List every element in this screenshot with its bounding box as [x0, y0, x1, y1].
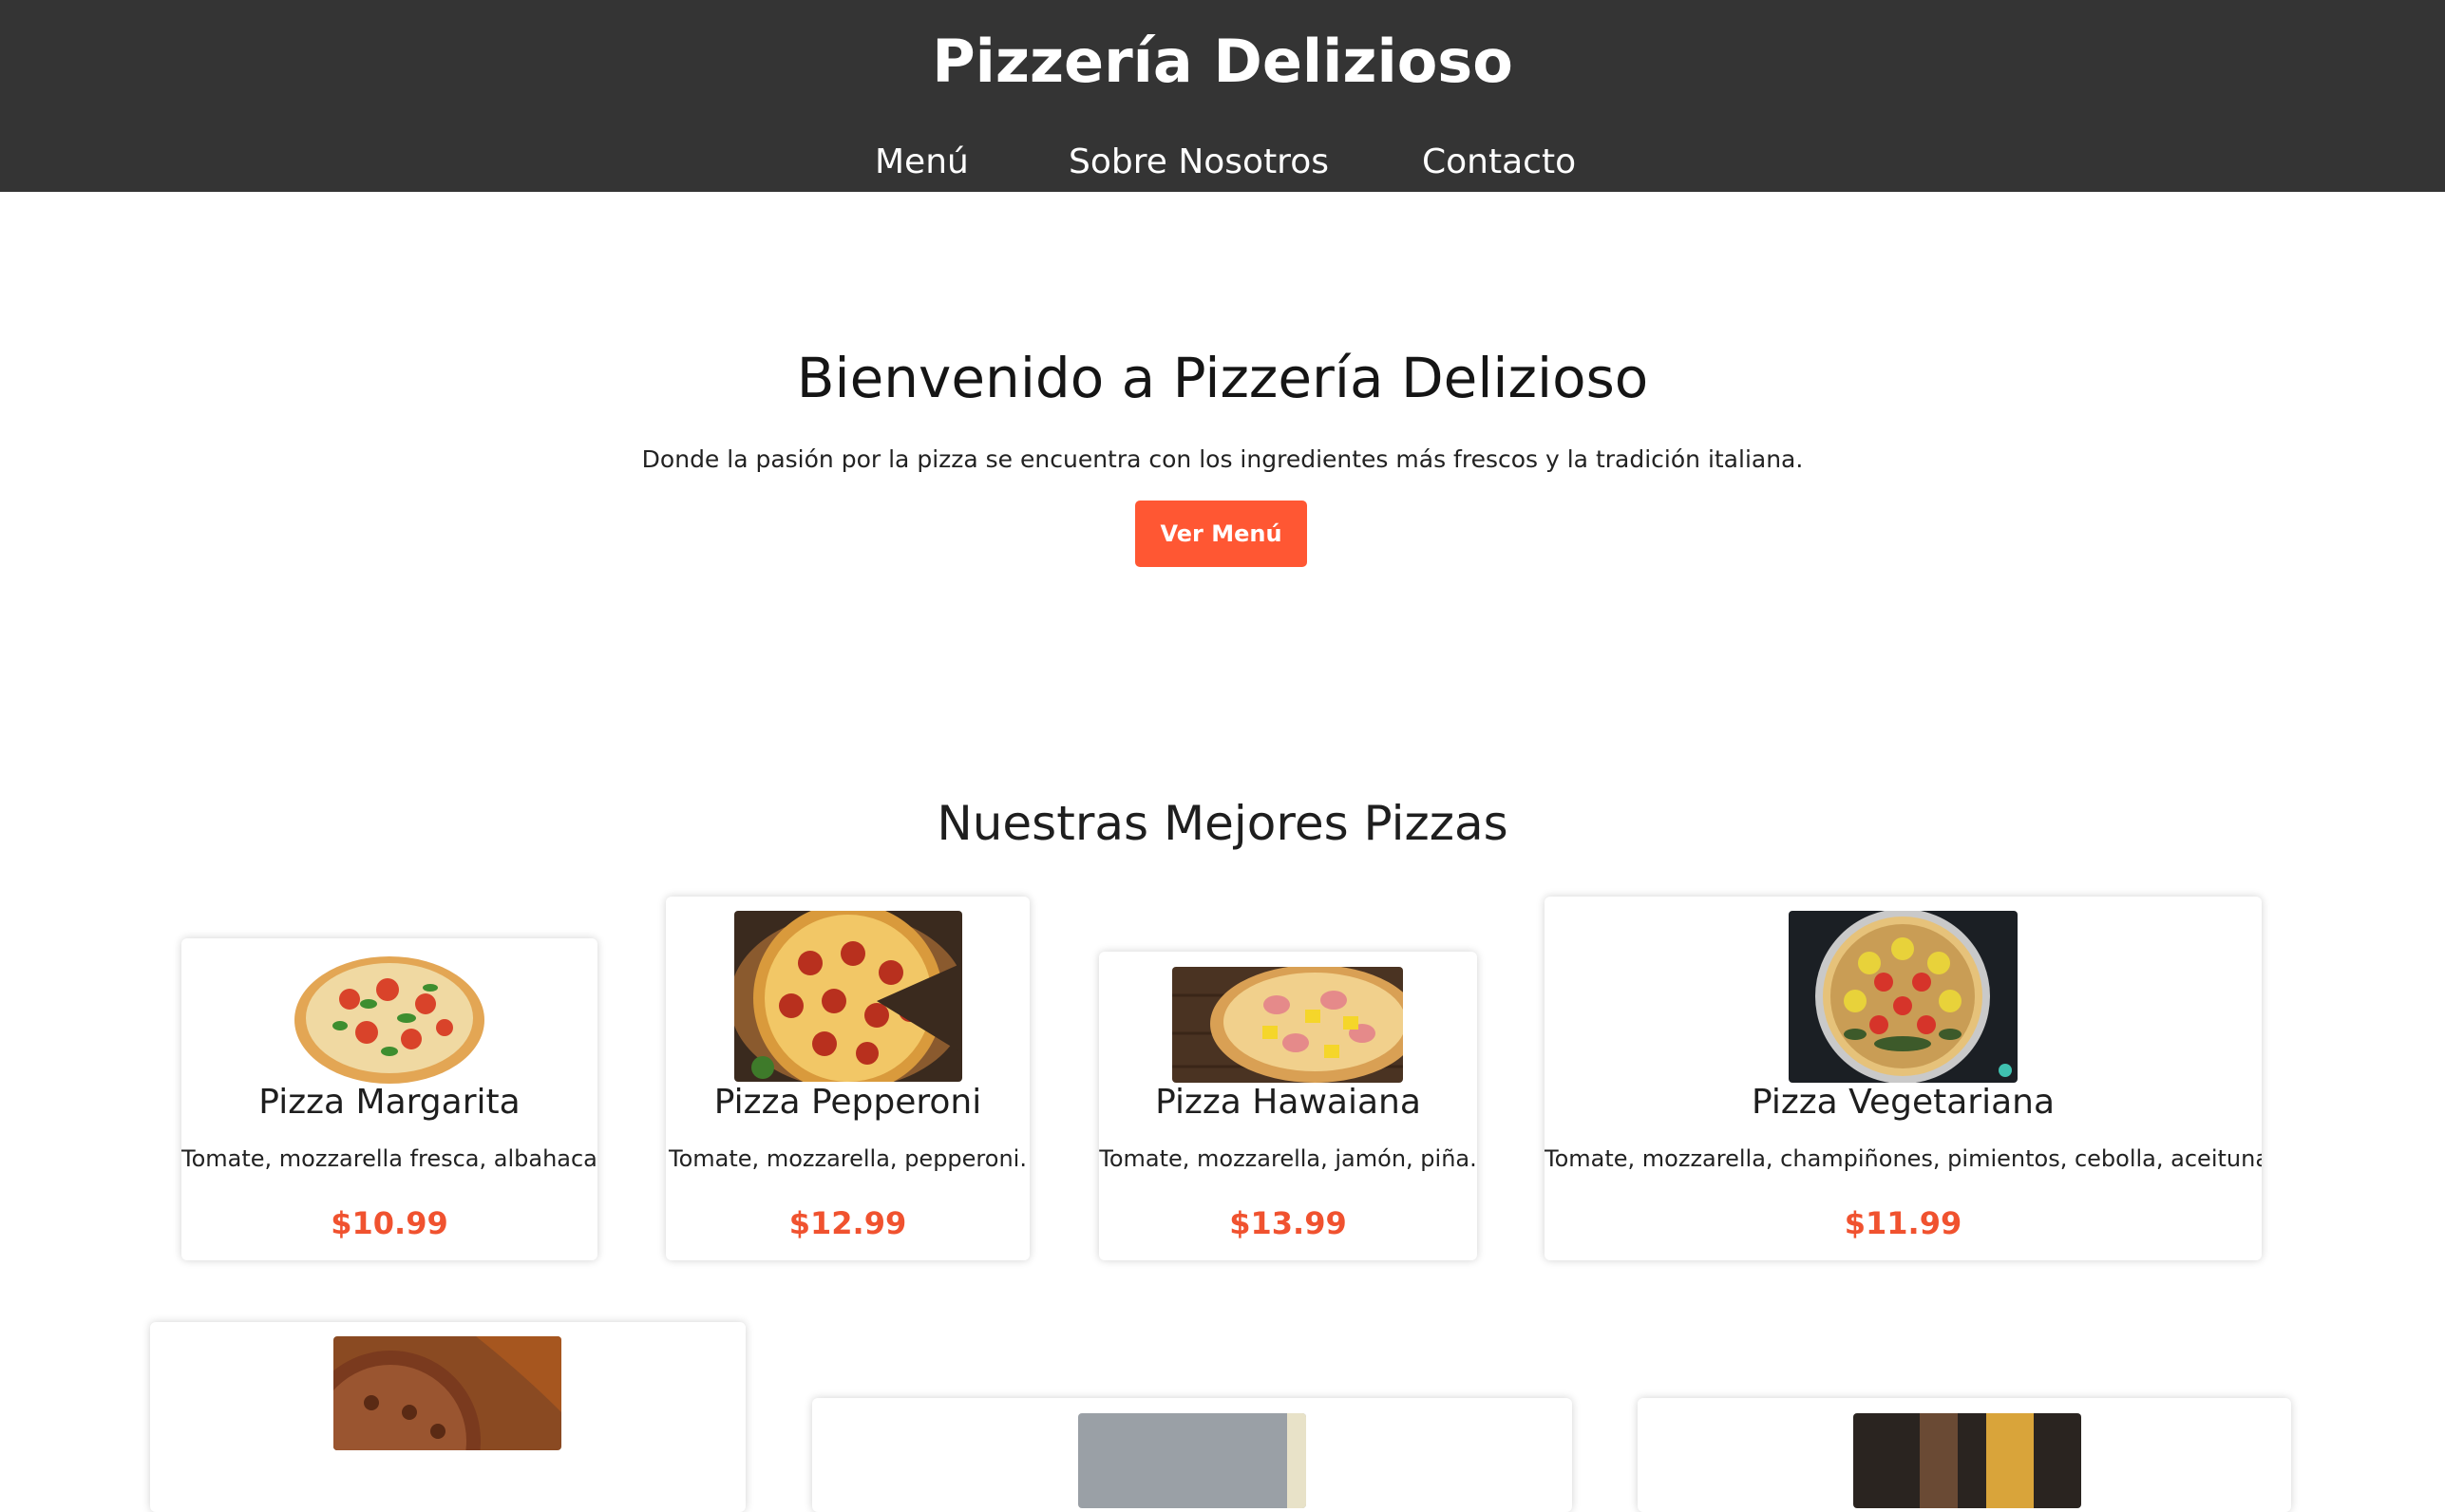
pizza-price: $11.99 [1844, 1205, 1962, 1241]
pizza-partial-image [1853, 1413, 2081, 1508]
pizza-card-hawaiana[interactable]: Pizza Hawaiana Tomate, mozzarella, jamón… [1099, 952, 1477, 1260]
pizza-pepperoni-image [734, 911, 962, 1082]
pizza-description: Tomate, mozzarella, jamón, piña. [1099, 1145, 1477, 1172]
view-menu-button[interactable]: Ver Menú [1135, 501, 1307, 567]
pizza-card-pepperoni[interactable]: Pizza Pepperoni Tomate, mozzarella, pepp… [666, 897, 1030, 1260]
pizza-price: $10.99 [331, 1205, 448, 1241]
pizza-card-partial[interactable] [150, 1322, 746, 1512]
pizza-description: Tomate, mozzarella, pepperoni. [669, 1145, 1027, 1172]
pizza-card-margarita[interactable]: Pizza Margarita Tomate, mozzarella fresc… [181, 938, 597, 1260]
nav-link-menu[interactable]: Menú [875, 142, 969, 181]
pizza-price: $12.99 [788, 1205, 907, 1241]
section-title: Nuestras Mejores Pizzas [937, 796, 1508, 851]
nav-link-about[interactable]: Sobre Nosotros [1069, 142, 1329, 181]
pizza-partial-image [333, 1336, 561, 1450]
pizza-partial-image [1078, 1413, 1306, 1508]
pizza-name: Pizza Hawaiana [1155, 1083, 1421, 1122]
pizza-card-partial[interactable] [1638, 1398, 2291, 1512]
pizza-price: $13.99 [1229, 1205, 1347, 1241]
pizza-description: Tomate, mozzarella, champiñones, pimient… [1545, 1145, 2262, 1172]
site-header: Pizzería Delizioso Menú Sobre Nosotros C… [0, 0, 2445, 192]
site-title: Pizzería Delizioso [932, 27, 1513, 96]
pizza-card-partial[interactable] [812, 1398, 1572, 1512]
pizza-name: Pizza Vegetariana [1751, 1083, 2056, 1122]
nav-link-contact[interactable]: Contacto [1422, 142, 1576, 181]
pizza-hawaiana-image [1172, 967, 1403, 1083]
hero-title: Bienvenido a Pizzería Delizioso [796, 346, 1649, 410]
pizza-margarita-image [293, 952, 487, 1085]
pizza-name: Pizza Margarita [258, 1083, 521, 1122]
pizza-description: Tomate, mozzarella fresca, albahaca. [181, 1145, 597, 1172]
pizza-name: Pizza Pepperoni [713, 1083, 982, 1122]
pizza-vegetariana-image [1789, 911, 2018, 1083]
pizza-card-vegetariana[interactable]: Pizza Vegetariana Tomate, mozzarella, ch… [1545, 897, 2262, 1260]
hero-subtitle: Donde la pasión por la pizza se encuentr… [641, 445, 1804, 473]
